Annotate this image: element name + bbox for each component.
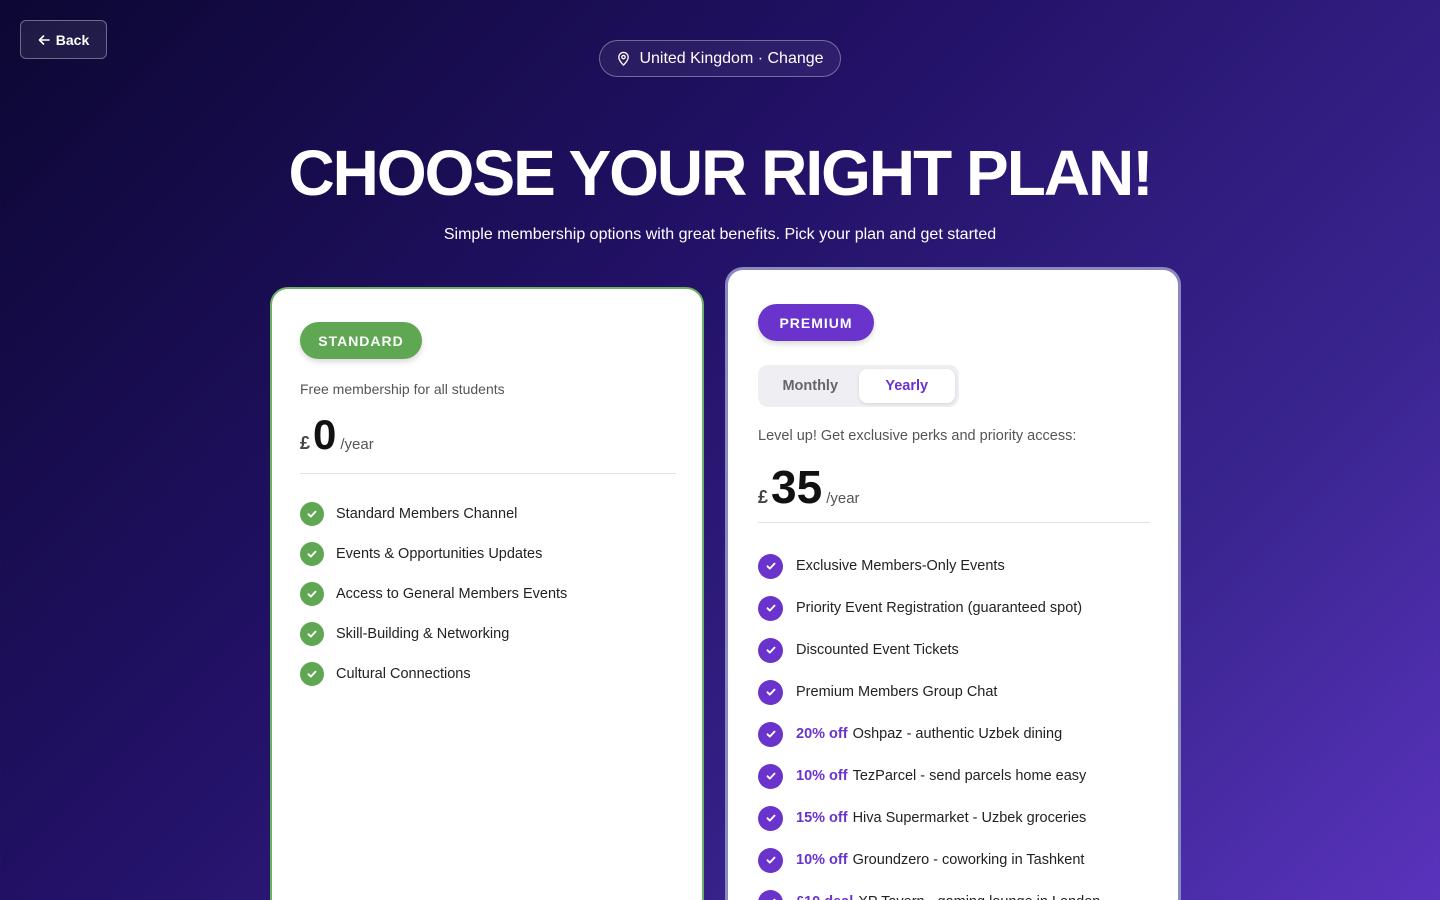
check-icon [758, 721, 783, 747]
check-icon [300, 502, 324, 526]
feature-item: Exclusive Members-Only Events [758, 545, 1100, 587]
feature-text: TezParcel - send parcels home easy [852, 768, 1087, 784]
premium-price: £ 35 /year [758, 460, 860, 514]
page-subtitle: Simple membership options with great ben… [443, 226, 997, 243]
check-icon [758, 679, 783, 705]
feature-item: Cultural Connections [300, 654, 567, 694]
feature-text: Exclusive Members-Only Events [796, 558, 1005, 574]
check-icon [758, 805, 783, 831]
check-icon [758, 763, 783, 789]
discount-highlight: £10 deal [796, 894, 853, 900]
standard-price: £ 0 /year [300, 411, 374, 459]
toggle-monthly[interactable]: Monthly [762, 369, 859, 403]
feature-text: Standard Members Channel [336, 506, 518, 522]
check-icon [300, 582, 324, 606]
standard-feature-list: Standard Members Channel Events & Opport… [300, 494, 567, 694]
feature-item: 15% off Hiva Supermarket - Uzbek grocerie… [758, 797, 1100, 839]
feature-item: Discounted Event Tickets [758, 629, 1100, 671]
feature-text: Hiva Supermarket - Uzbek groceries [852, 810, 1087, 826]
feature-text: XP Tavern - gaming lounge in London [858, 894, 1100, 900]
standard-period: /year [340, 436, 374, 453]
feature-text: Discounted Event Tickets [796, 642, 959, 658]
feature-item: Skill-Building & Networking [300, 614, 567, 654]
premium-plan-card[interactable]: PREMIUM Monthly Yearly Level up! Get exc… [725, 267, 1181, 900]
feature-item: 20% off Oshpaz - authentic Uzbek dining [758, 713, 1100, 755]
premium-feature-list: Exclusive Members-Only Events Priority Ev… [758, 545, 1100, 900]
billing-period-toggle: Monthly Yearly [758, 365, 959, 407]
standard-description: Free membership for all students [300, 381, 505, 397]
page-title: CHOOSE YOUR RIGHT PLAN! [288, 137, 1153, 209]
check-icon [300, 542, 324, 566]
check-icon [758, 889, 783, 900]
arrow-left-icon [38, 34, 50, 45]
toggle-yearly[interactable]: Yearly [858, 369, 955, 403]
feature-text: Skill-Building & Networking [336, 626, 510, 642]
discount-highlight: 10% off [796, 768, 848, 784]
standard-plan-card[interactable]: STANDARD Free membership for all student… [270, 287, 704, 900]
premium-divider [758, 522, 1150, 523]
check-icon [758, 595, 783, 621]
feature-text: Groundzero - coworking in Tashkent [852, 852, 1085, 868]
feature-text: Cultural Connections [336, 666, 471, 682]
standard-badge: STANDARD [300, 322, 422, 359]
discount-highlight: 20% off [796, 726, 848, 742]
feature-text: Access to General Members Events [336, 586, 568, 602]
feature-item: Standard Members Channel [300, 494, 567, 534]
premium-amount: 35 [771, 461, 823, 513]
premium-period: /year [826, 490, 860, 507]
premium-badge: PREMIUM [758, 304, 874, 341]
feature-item: £10 deal XP Tavern - gaming lounge in Lon… [758, 881, 1100, 900]
check-icon [300, 622, 324, 646]
premium-currency: £ [758, 487, 769, 507]
feature-text: Premium Members Group Chat [796, 684, 998, 700]
standard-currency: £ [300, 433, 311, 453]
standard-amount: 0 [313, 411, 337, 458]
discount-highlight: 10% off [796, 852, 848, 868]
feature-text: Events & Opportunities Updates [336, 546, 543, 562]
feature-item: 10% off Groundzero - coworking in Tashken… [758, 839, 1100, 881]
location-selector[interactable]: United Kingdom · Change [599, 40, 841, 77]
standard-divider [300, 473, 676, 474]
back-button-label: Back [55, 31, 90, 48]
back-button[interactable]: Back [20, 20, 107, 59]
feature-item: 10% off TezParcel - send parcels home eas… [758, 755, 1100, 797]
feature-text: Priority Event Registration (guaranteed … [796, 600, 1083, 616]
premium-description: Level up! Get exclusive perks and priori… [758, 428, 1077, 444]
check-icon [758, 637, 783, 663]
feature-item: Priority Event Registration (guaranteed … [758, 587, 1100, 629]
discount-highlight: 15% off [796, 810, 848, 826]
feature-item: Access to General Members Events [300, 574, 567, 614]
check-icon [758, 847, 783, 873]
location-label: United Kingdom · Change [639, 49, 824, 67]
check-icon [300, 662, 324, 686]
map-pin-icon [618, 51, 630, 66]
check-icon [758, 553, 783, 579]
feature-item: Events & Opportunities Updates [300, 534, 567, 574]
feature-item: Premium Members Group Chat [758, 671, 1100, 713]
feature-text: Oshpaz - authentic Uzbek dining [852, 726, 1063, 742]
